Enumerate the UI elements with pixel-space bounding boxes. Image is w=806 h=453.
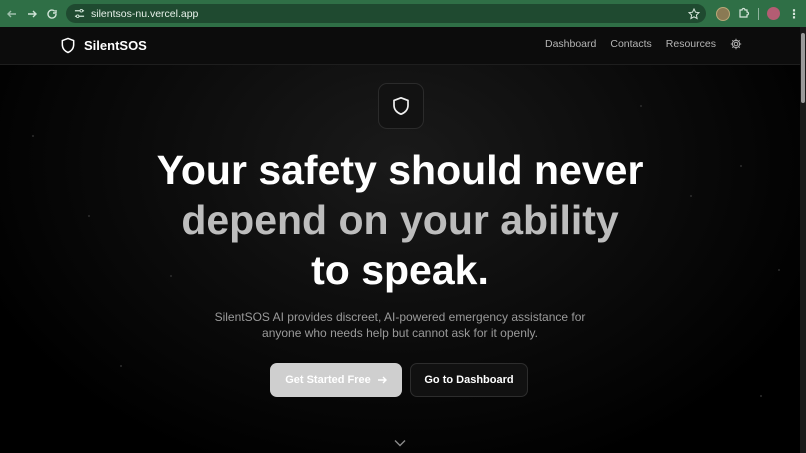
forward-icon[interactable]	[22, 4, 42, 24]
extensions-puzzle-icon[interactable]	[738, 5, 750, 23]
nav-contacts[interactable]: Contacts	[610, 38, 651, 50]
nav-resources[interactable]: Resources	[666, 38, 716, 50]
shield-icon	[393, 96, 409, 116]
site-settings-icon[interactable]	[70, 8, 88, 19]
get-started-label: Get Started Free	[285, 374, 371, 386]
scrollbar-thumb[interactable]	[801, 33, 805, 103]
brand-name: SilentSOS	[84, 38, 147, 53]
go-to-dashboard-button[interactable]: Go to Dashboard	[410, 363, 528, 397]
shield-icon	[61, 37, 75, 54]
background-dot	[120, 365, 122, 367]
go-to-dashboard-label: Go to Dashboard	[424, 374, 514, 386]
arrow-right-icon	[377, 376, 387, 384]
hero-shield-badge	[378, 83, 424, 129]
toolbar-divider	[758, 7, 759, 20]
profile-avatar[interactable]	[767, 7, 780, 20]
background-dot	[760, 395, 762, 397]
hero-headline-line-3: to speak.	[311, 247, 489, 293]
reload-icon[interactable]	[42, 4, 62, 24]
nav-dashboard[interactable]: Dashboard	[545, 38, 596, 50]
background-dot	[640, 105, 642, 107]
hero-headline-line-1: Your safety should never	[156, 147, 644, 193]
background-dot	[32, 135, 34, 137]
chevron-down-icon[interactable]	[394, 439, 406, 447]
site-header: SilentSOS Dashboard Contacts Resources	[0, 27, 800, 65]
get-started-button[interactable]: Get Started Free	[270, 363, 402, 397]
hero-subtitle-line-1: SilentSOS AI provides discreet, AI-power…	[214, 310, 586, 324]
browser-menu-icon[interactable]: ⋮	[788, 7, 800, 21]
brand-link[interactable]: SilentSOS	[60, 37, 147, 54]
address-bar[interactable]: silentsos-nu.vercel.app	[66, 4, 706, 23]
bookmark-star-icon[interactable]	[687, 7, 701, 25]
hero-headline-line-2: depend on your ability	[181, 197, 619, 243]
main-nav: Dashboard Contacts Resources	[531, 38, 742, 50]
hero-subtitle-line-2: anyone who needs help but cannot ask for…	[262, 326, 538, 340]
gear-icon[interactable]	[730, 38, 742, 50]
hero-section: Your safety should never depend on your …	[0, 65, 800, 453]
browser-toolbar: silentsos-nu.vercel.app ⋮	[0, 0, 806, 27]
url-text[interactable]: silentsos-nu.vercel.app	[91, 8, 198, 20]
extension-icon[interactable]	[716, 6, 730, 21]
back-icon[interactable]	[2, 4, 22, 24]
